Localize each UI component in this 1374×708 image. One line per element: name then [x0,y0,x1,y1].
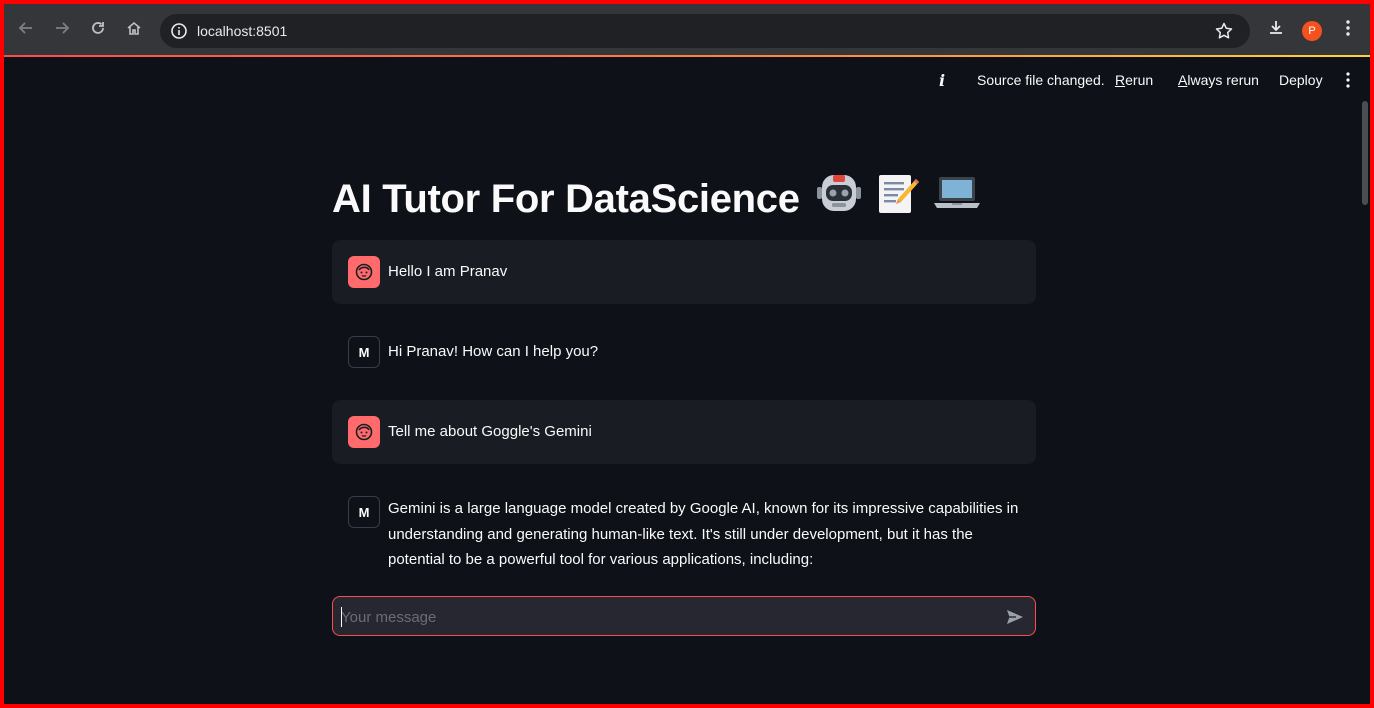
profile-avatar[interactable]: P [1302,21,1322,41]
rerun-label-rest: erun [1125,72,1154,88]
browser-toolbar: localhost:8501 P [4,4,1370,57]
text-caret [341,607,342,627]
message-text: Tell me about Goggle's Gemini [388,423,592,440]
rerun-hotkey-letter: R [1115,72,1126,88]
page-scrollbar[interactable] [1362,101,1368,205]
always-label-rest: lways rerun [1187,72,1259,88]
page-title-text: AI Tutor For DataScience [332,176,800,221]
message-line: potential to be a powerful tool for vari… [388,551,814,568]
message-text: Hi Pranav! How can I help you? [388,343,599,360]
chat-message-assistant: M Hi Pranav! How can I help you? [332,320,1036,384]
url-text: localhost:8501 [197,23,288,39]
chat-message-user: Hello I am Pranav [332,240,1036,304]
info-icon: i [939,71,946,90]
chat-input-box[interactable] [332,596,1036,636]
address-bar[interactable]: localhost:8501 [160,14,1250,48]
app-header: i Source file changed. Rerun Always reru… [4,57,1370,101]
main-menu-icon[interactable] [1342,71,1354,89]
assistant-avatar: M [348,496,380,528]
always-rerun-button[interactable]: Always rerun [1178,72,1259,88]
rerun-button[interactable]: Rerun [1115,72,1153,88]
memo-icon [874,171,920,227]
app-window: localhost:8501 P i Source file changed. … [4,4,1370,704]
bookmark-star-icon[interactable] [1214,21,1234,41]
send-icon[interactable] [1003,605,1027,629]
user-face-icon [348,416,380,448]
assistant-avatar: M [348,336,380,368]
reload-icon[interactable] [88,18,108,38]
chat-message-assistant: M Gemini is a large language model creat… [332,480,1036,580]
source-changed-status: Source file changed. [977,72,1105,88]
page-title: AI Tutor For DataScience [332,171,982,227]
chat-input[interactable] [341,603,981,631]
chat-message-user: Tell me about Goggle's Gemini [332,400,1036,464]
message-line: Gemini is a large language model created… [388,500,1019,517]
always-hotkey-letter: A [1178,72,1188,88]
message-line: understanding and generating human-like … [388,525,973,543]
message-text: Gemini is a large language model created… [388,496,1028,573]
home-icon[interactable] [124,18,144,38]
browser-menu-icon[interactable] [1338,18,1358,38]
laptop-icon [932,171,982,227]
robot-icon [816,171,862,227]
site-info-icon[interactable] [170,22,188,40]
back-icon[interactable] [16,18,36,38]
user-face-icon [348,256,380,288]
deploy-button[interactable]: Deploy [1279,72,1323,88]
download-icon[interactable] [1266,18,1286,38]
forward-icon[interactable] [52,18,72,38]
message-text: Hello I am Pranav [388,263,508,280]
